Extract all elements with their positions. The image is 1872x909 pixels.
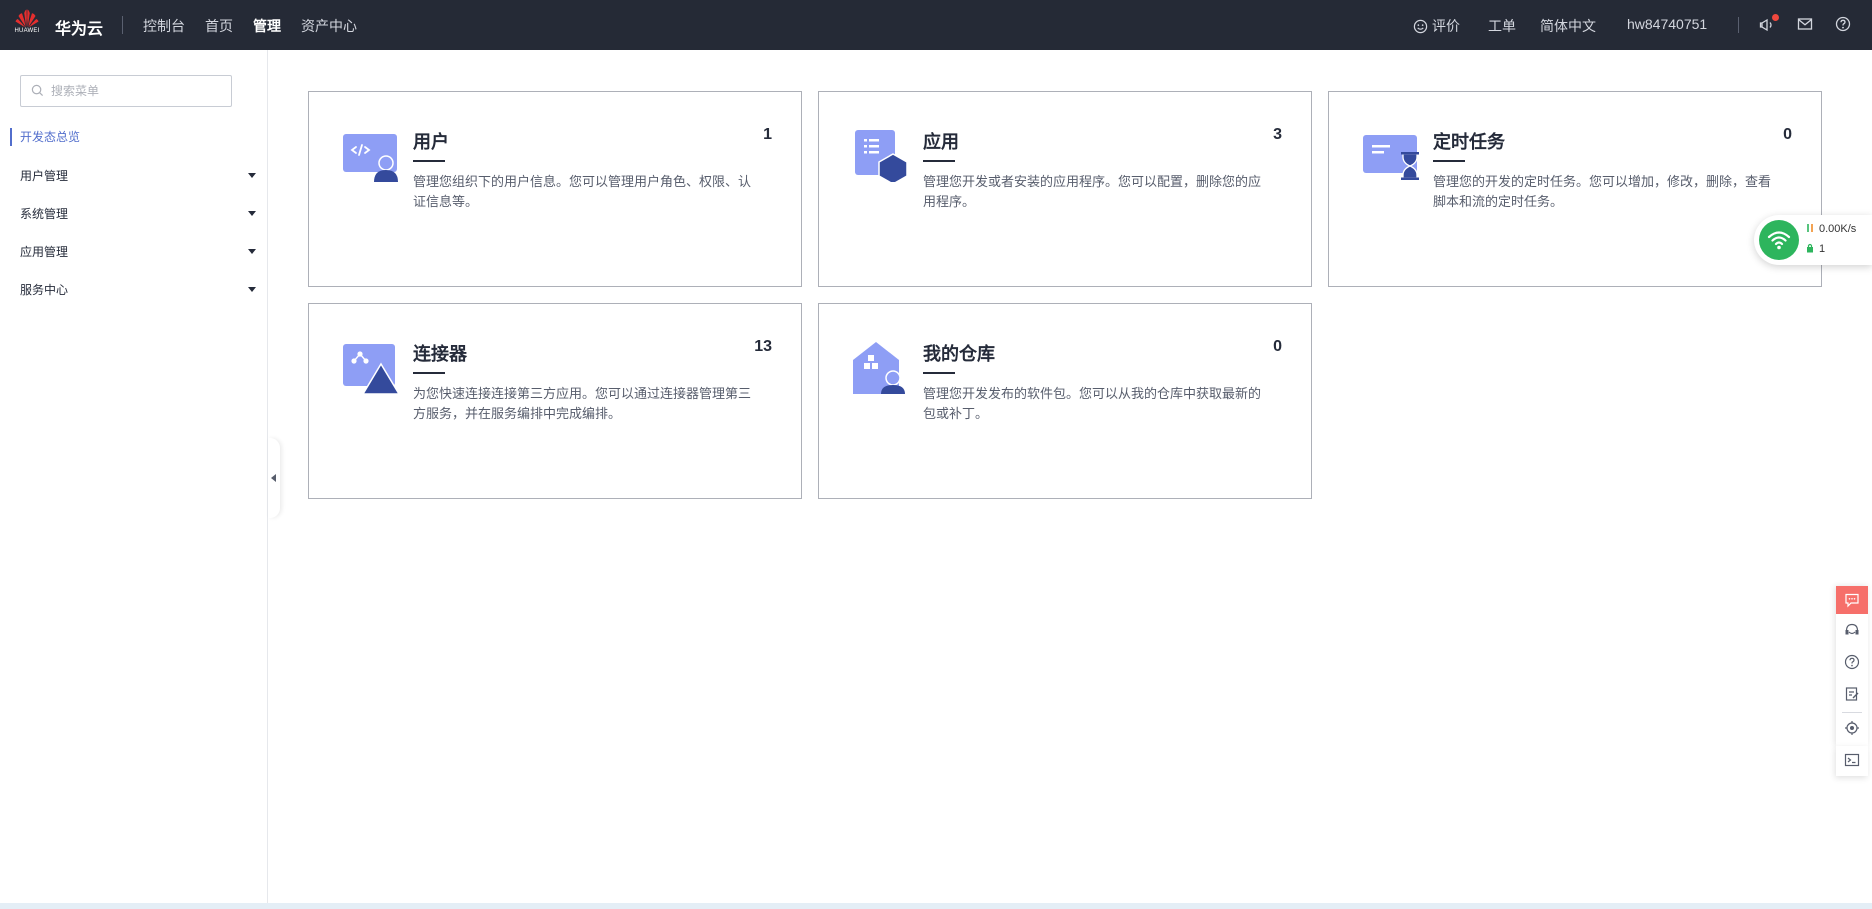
card-scheduled-tasks[interactable]: 定时任务 0 管理您的开发的定时任务。您可以增加，修改，删除，查看脚本和流的定时… <box>1328 91 1822 287</box>
wifi-icon <box>1759 220 1799 260</box>
bottom-scroll-area <box>0 903 1872 909</box>
card-title: 应用 <box>923 132 959 152</box>
card-title: 定时任务 <box>1433 132 1505 152</box>
language-selector[interactable]: 简体中文 <box>1540 16 1596 36</box>
mail-button[interactable] <box>1797 16 1815 34</box>
feedback-button[interactable]: 评价 <box>1413 16 1460 36</box>
locate-button[interactable] <box>1836 714 1868 742</box>
card-description: 管理您开发发布的软件包。您可以从我的仓库中获取最新的包或补丁。 <box>923 386 1262 421</box>
top-navigation-bar: HUAWEI 华为云 控制台 首页 管理 资产中心 评价 工单 简体中文 hw8… <box>0 0 1872 50</box>
mail-icon <box>1797 18 1813 30</box>
smile-icon <box>1413 19 1428 34</box>
card-count: 1 <box>763 126 772 143</box>
card-count: 0 <box>1783 126 1792 143</box>
card-count: 3 <box>1273 126 1282 143</box>
title-underline <box>413 372 445 374</box>
caret-down-icon <box>248 211 256 216</box>
help-center-button[interactable] <box>1836 648 1868 676</box>
terminal-button[interactable] <box>1836 746 1868 776</box>
question-icon <box>1844 654 1860 670</box>
floating-toolbar <box>1836 586 1868 746</box>
edit-form-icon <box>1845 687 1859 701</box>
card-title: 连接器 <box>413 344 467 364</box>
card-connectors[interactable]: 连接器 13 为您快速连接连接第三方应用。您可以通过连接器管理第三方服务，并在服… <box>308 303 802 499</box>
network-speed: 0.00K/s <box>1819 223 1857 235</box>
card-my-repository[interactable]: 我的仓库 0 管理您开发发布的软件包。您可以从我的仓库中获取最新的包或补丁。 <box>818 303 1312 499</box>
title-underline <box>923 160 955 162</box>
customer-service-button[interactable] <box>1836 616 1868 644</box>
divider <box>122 16 123 34</box>
app-icon <box>853 130 909 185</box>
repository-icon <box>853 342 909 394</box>
nav-management[interactable]: 管理 <box>253 16 281 36</box>
card-description: 管理您组织下的用户信息。您可以管理用户角色、权限、认证信息等。 <box>413 174 752 209</box>
sidebar: 开发态总览 用户管理 系统管理 应用管理 服务中心 <box>0 50 268 903</box>
scheduled-task-icon <box>1363 130 1419 182</box>
card-description: 管理您开发或者安装的应用程序。您可以配置，删除您的应用程序。 <box>923 174 1262 209</box>
notification-badge <box>1772 14 1779 21</box>
card-description: 管理您的开发的定时任务。您可以增加，修改，删除，查看脚本和流的定时任务。 <box>1433 174 1772 209</box>
nav-console[interactable]: 控制台 <box>143 16 185 36</box>
upload-download-icon <box>1807 224 1813 232</box>
card-count: 13 <box>754 338 772 355</box>
card-title: 用户 <box>413 132 449 152</box>
sidebar-item-label: 用户管理 <box>20 169 69 183</box>
caret-down-icon <box>248 249 256 254</box>
card-count: 0 <box>1273 338 1282 355</box>
connector-icon <box>343 342 401 395</box>
terminal-icon <box>1844 753 1860 767</box>
sidebar-item-label: 服务中心 <box>20 283 69 297</box>
card-applications[interactable]: 应用 3 管理您开发或者安装的应用程序。您可以配置，删除您的应用程序。 <box>818 91 1312 287</box>
sidebar-item-dev-overview[interactable]: 开发态总览 <box>10 128 80 146</box>
sidebar-item-user-management[interactable]: 用户管理 <box>20 166 256 186</box>
notification-button[interactable] <box>1759 14 1779 34</box>
network-speed-widget[interactable]: 0.00K/s 1 <box>1754 215 1872 265</box>
huawei-logo[interactable]: HUAWEI <box>12 9 42 41</box>
huawei-flower-icon <box>15 9 39 28</box>
menu-search-box[interactable] <box>20 75 232 107</box>
lock-icon <box>1807 243 1813 253</box>
nav-asset-center[interactable]: 资产中心 <box>301 16 357 36</box>
title-underline <box>923 372 955 374</box>
target-icon <box>1845 721 1859 735</box>
sidebar-item-label: 系统管理 <box>20 207 69 221</box>
connection-count-row: 1 <box>1806 243 1825 255</box>
feedback-form-button[interactable] <box>1836 680 1868 708</box>
ticket-link[interactable]: 工单 <box>1488 16 1516 36</box>
help-icon <box>1835 16 1851 32</box>
user-account-menu[interactable]: hw84740751 <box>1627 16 1707 32</box>
network-speed-row: 0.00K/s <box>1806 223 1856 235</box>
title-underline <box>413 160 445 162</box>
chat-icon <box>1845 593 1859 608</box>
card-users[interactable]: 用户 1 管理您组织下的用户信息。您可以管理用户角色、权限、认证信息等。 <box>308 91 802 287</box>
sidebar-item-app-management[interactable]: 应用管理 <box>20 242 256 262</box>
title-underline <box>1433 160 1465 162</box>
sidebar-collapse-button[interactable] <box>268 438 280 518</box>
sidebar-item-service-center[interactable]: 服务中心 <box>20 280 256 300</box>
user-icon <box>343 130 399 182</box>
sidebar-item-label: 应用管理 <box>20 245 69 259</box>
nav-home[interactable]: 首页 <box>205 16 233 36</box>
menu-search-input[interactable] <box>51 81 221 101</box>
logo-wordmark: HUAWEI <box>14 28 40 34</box>
feedback-label: 评价 <box>1432 18 1460 34</box>
brand-name[interactable]: 华为云 <box>55 15 103 39</box>
card-title: 我的仓库 <box>923 344 995 364</box>
headset-icon <box>1845 623 1859 635</box>
help-button[interactable] <box>1835 16 1853 34</box>
card-description: 为您快速连接连接第三方应用。您可以通过连接器管理第三方服务，并在服务编排中完成编… <box>413 386 752 421</box>
search-icon <box>31 84 44 97</box>
caret-down-icon <box>248 287 256 292</box>
connection-count: 1 <box>1819 243 1826 255</box>
sidebar-item-system-management[interactable]: 系统管理 <box>20 204 256 224</box>
divider <box>1842 712 1862 713</box>
chat-button[interactable] <box>1836 586 1868 614</box>
divider <box>1738 17 1739 33</box>
caret-down-icon <box>248 173 256 178</box>
